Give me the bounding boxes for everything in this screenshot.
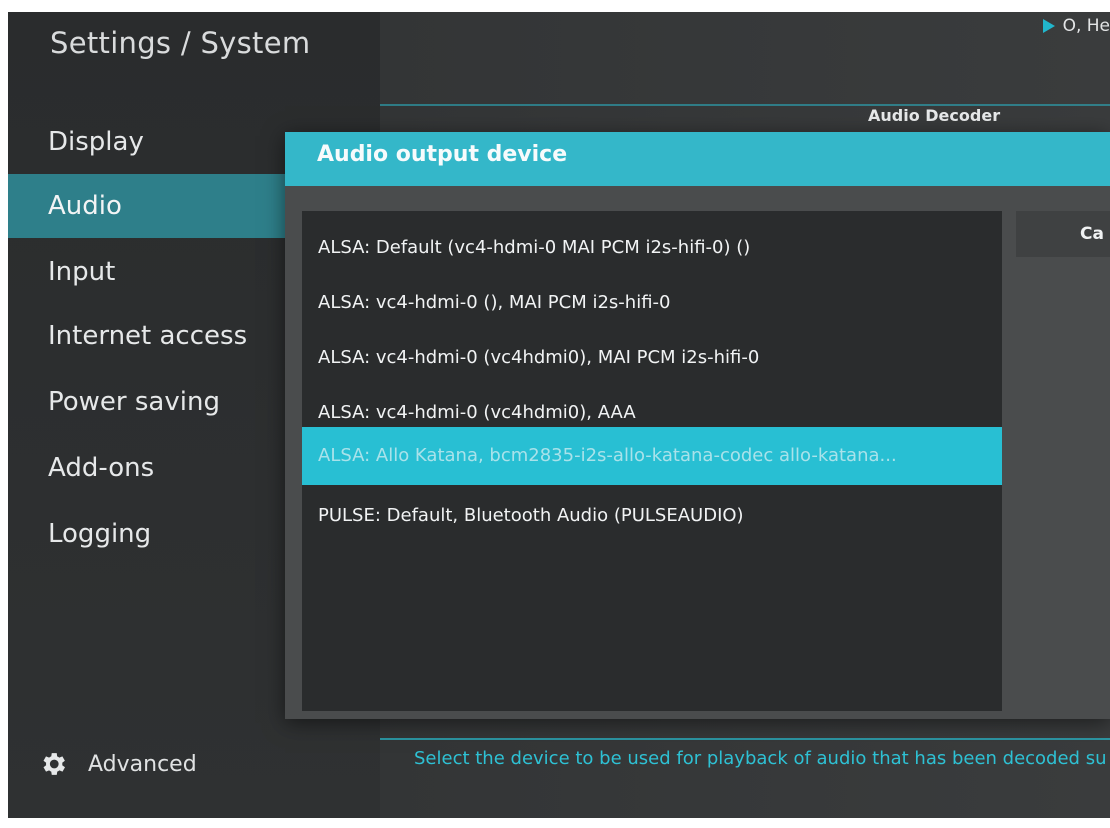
- list-item[interactable]: PULSE: Default, Bluetooth Audio (PULSEAU…: [302, 487, 1002, 545]
- advanced-label: Advanced: [88, 751, 197, 777]
- status-indicator: O, He: [1042, 16, 1110, 36]
- list-item[interactable]: ALSA: vc4-hdmi-0 (), MAI PCM i2s-hifi-0: [302, 274, 1002, 332]
- dialog-header: Audio output device: [285, 132, 1110, 186]
- cancel-button[interactable]: Ca: [1016, 211, 1110, 257]
- list-item[interactable]: ALSA: Default (vc4-hdmi-0 MAI PCM i2s-hi…: [302, 219, 1002, 277]
- device-list[interactable]: ALSA: Default (vc4-hdmi-0 MAI PCM i2s-hi…: [302, 211, 1002, 711]
- help-text: Select the device to be used for playbac…: [414, 748, 1107, 769]
- list-item[interactable]: ALSA: vc4-hdmi-0 (vc4hdmi0), MAI PCM i2s…: [302, 329, 1002, 387]
- kodi-screen: Settings / System Display Audio Input In…: [8, 12, 1110, 818]
- breadcrumb: Settings / System: [50, 26, 311, 60]
- section-title: Audio Decoder: [868, 106, 1001, 125]
- play-icon: [1042, 19, 1055, 33]
- advanced-toggle[interactable]: Advanced: [38, 744, 197, 784]
- audio-output-dialog: Audio output device ALSA: Default (vc4-h…: [285, 132, 1110, 719]
- list-item-selected[interactable]: ALSA: Allo Katana, bcm2835-i2s-allo-kata…: [302, 427, 1002, 485]
- dialog-title: Audio output device: [317, 142, 568, 167]
- divider: [380, 104, 1110, 106]
- gear-icon: [43, 753, 65, 775]
- status-text: O, He: [1062, 16, 1110, 36]
- divider: [380, 738, 1110, 740]
